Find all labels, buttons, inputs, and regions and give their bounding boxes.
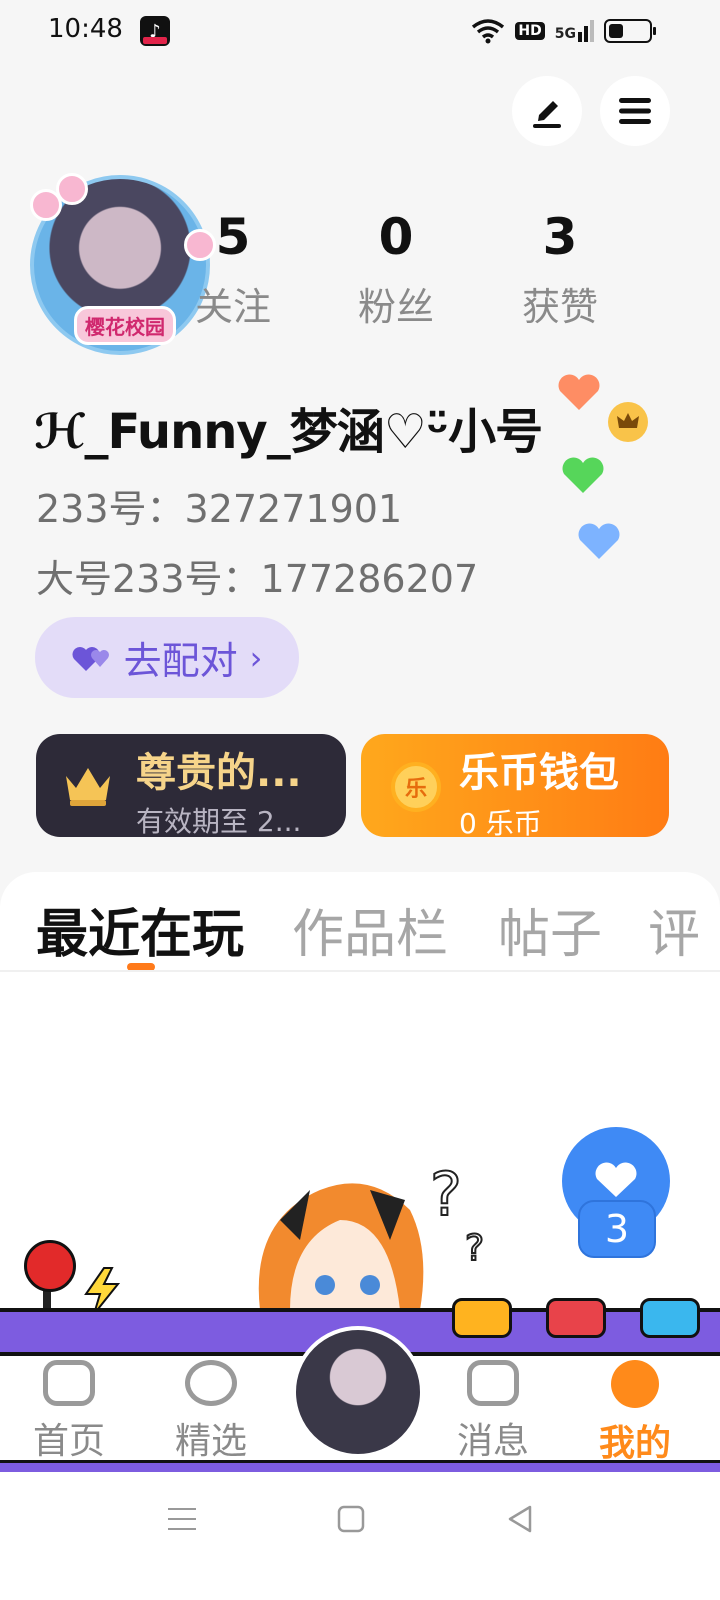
coin-balance: 0 乐币: [459, 807, 542, 840]
tab-reviews[interactable]: 评: [648, 892, 700, 967]
heart-icon: [562, 457, 604, 493]
home-square-icon[interactable]: [336, 1504, 366, 1534]
nav-me[interactable]: 我的: [580, 1360, 690, 1466]
nav-home[interactable]: 首页: [14, 1360, 124, 1464]
status-icons: HD 5G: [471, 18, 656, 44]
menu-icon: [619, 98, 651, 124]
vip-title: 尊贵的...: [136, 750, 302, 796]
me-icon: [611, 1360, 659, 1408]
username: ℋ_Funny_梦涵♡ᵕ̈小号: [34, 404, 543, 460]
main-account-id: 大号233号：177286207: [36, 557, 479, 601]
recents-menu-icon[interactable]: [166, 1504, 198, 1534]
arcade-button-decoration: [640, 1298, 700, 1338]
heart-icon: [595, 1162, 637, 1197]
stat-following[interactable]: 5 关注: [178, 212, 288, 331]
svg-text:?: ?: [430, 1160, 462, 1230]
nav-label: 首页: [32, 1421, 105, 1462]
hd-icon: HD: [515, 22, 545, 40]
chevron-right-icon: ›: [249, 638, 263, 677]
crown-icon: [66, 768, 110, 806]
vip-card[interactable]: 尊贵的... 有效期至 2...: [36, 734, 346, 838]
stat-label: 粉丝: [357, 285, 434, 329]
status-time: 10:48: [48, 14, 123, 44]
nav-label: 精选: [174, 1421, 247, 1462]
user-id: 233号：327271901: [36, 487, 403, 531]
stat-label: 获赞: [521, 285, 598, 329]
pair-button-label: 去配对: [123, 639, 238, 683]
menu-button[interactable]: [600, 76, 670, 146]
like-count: 3: [578, 1200, 656, 1258]
stat-value: 0: [378, 208, 414, 266]
mascot-illustration: ? ?: [258, 1160, 485, 1310]
chat-icon: [467, 1360, 519, 1406]
nav-center-avatar[interactable]: [292, 1326, 424, 1458]
tiktok-notification-icon: ♪: [140, 16, 170, 46]
tab-recent[interactable]: 最近在玩: [36, 892, 244, 967]
stat-value: 3: [542, 208, 578, 266]
heart-icon: [578, 523, 620, 559]
signal-icon: 5G: [555, 20, 594, 42]
vip-crown-icon[interactable]: [608, 402, 648, 442]
system-nav-bar: [0, 1472, 720, 1600]
wifi-icon: [472, 19, 505, 44]
stat-value: 5: [215, 208, 251, 266]
back-triangle-icon[interactable]: [504, 1503, 536, 1535]
stat-label: 关注: [194, 285, 271, 329]
stat-likes[interactable]: 3 获赞: [505, 212, 615, 331]
nav-featured[interactable]: 精选: [156, 1360, 266, 1464]
flower-decoration: [56, 173, 88, 205]
coin-wallet-card[interactable]: 乐 乐币钱包 0 乐币: [361, 734, 669, 840]
tab-divider: [0, 970, 720, 972]
pair-button[interactable]: 去配对 ›: [35, 617, 299, 698]
avatar-frame-label: 樱花校园: [74, 306, 176, 345]
heart-outline-icon: [185, 1360, 237, 1406]
gamepad-icon: [43, 1360, 95, 1406]
arcade-button-decoration: [452, 1298, 512, 1338]
network-type: 5G: [554, 26, 576, 42]
vip-expiry: 有效期至 2...: [136, 805, 302, 838]
tab-posts[interactable]: 帖子: [498, 892, 602, 967]
tab-works[interactable]: 作品栏: [292, 892, 448, 967]
arcade-button-decoration: [546, 1298, 606, 1338]
nav-label: 我的: [598, 1423, 671, 1464]
joystick-decoration: [24, 1240, 76, 1292]
stat-fans[interactable]: 0 粉丝: [341, 212, 451, 331]
coin-icon: 乐: [391, 762, 441, 812]
nav-messages[interactable]: 消息: [438, 1360, 548, 1464]
pencil-icon: [533, 101, 561, 128]
coin-wallet-title: 乐币钱包: [459, 750, 619, 796]
edit-button[interactable]: [512, 76, 582, 146]
nav-label: 消息: [456, 1421, 529, 1462]
svg-text:?: ?: [465, 1228, 484, 1269]
heart-icon: [558, 374, 600, 410]
battery-icon: [604, 19, 656, 43]
hearts-icon: [72, 646, 109, 671]
